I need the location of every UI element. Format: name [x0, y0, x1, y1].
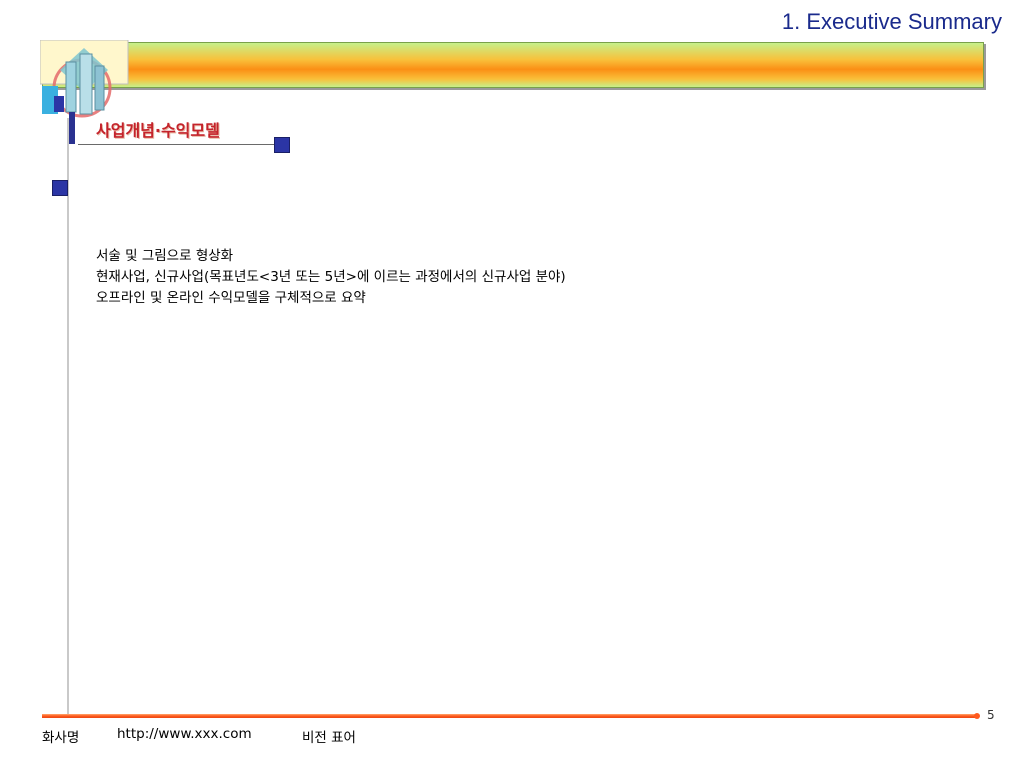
left-guide-line — [67, 118, 69, 718]
header-banner — [42, 42, 984, 88]
subtitle-accent-bar — [69, 112, 75, 144]
footer-url: http://www.xxx.com — [117, 726, 252, 742]
page-number: 5 — [987, 708, 995, 722]
footer-vision: 비전 표어 — [302, 730, 356, 746]
accent-square — [274, 137, 290, 153]
footer-divider-end — [974, 713, 980, 719]
footer-company: 화사명 — [42, 730, 80, 746]
slide-title: 1. Executive Summary — [781, 9, 1002, 34]
content-line: 오프라인 및 온라인 수익모델을 구체적으로 요약 — [96, 290, 366, 306]
subtitle-underline — [78, 144, 274, 145]
content-line: 서술 및 그림으로 형상화 — [96, 248, 234, 264]
accent-square — [52, 180, 68, 196]
content-line: 현재사업, 신규사업(목표년도<3년 또는 5년>에 이르는 과정에서의 신규사… — [96, 269, 566, 285]
section-subtitle: 사업개념·수익모델 — [96, 121, 220, 140]
footer-divider — [42, 714, 978, 718]
content-body: 서술 및 그림으로 형상화 현재사업, 신규사업(목표년도<3년 또는 5년>에… — [96, 246, 566, 309]
